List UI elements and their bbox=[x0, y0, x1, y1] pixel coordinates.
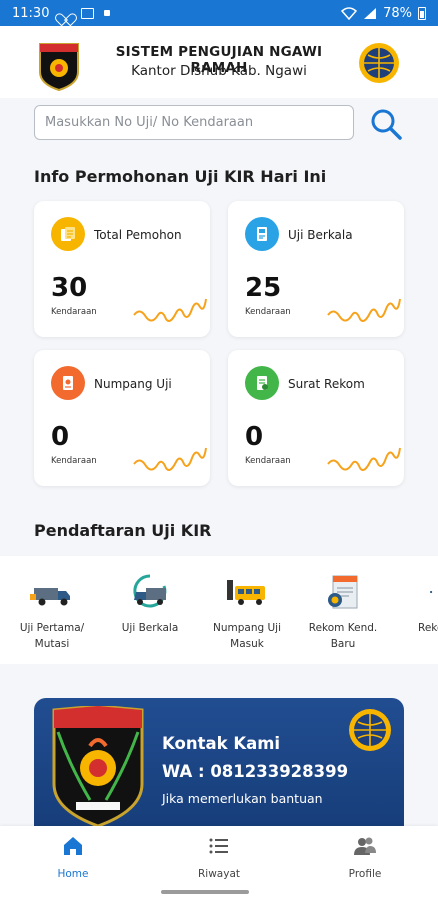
sparkline-chart bbox=[133, 298, 207, 322]
app-subtitle: Kantor Dishub Kab. Ngawi bbox=[131, 63, 307, 79]
card-value: 0 bbox=[51, 422, 70, 452]
document-check-icon bbox=[245, 366, 279, 400]
search-input[interactable] bbox=[34, 105, 354, 140]
status-time: 11:30 bbox=[12, 5, 50, 21]
dishub-logo-icon bbox=[349, 709, 391, 751]
notification-dot-icon bbox=[104, 10, 111, 16]
ngawi-emblem-icon bbox=[52, 706, 144, 826]
home-icon bbox=[64, 837, 82, 855]
battery-text: 78% bbox=[383, 5, 412, 21]
document-list-icon bbox=[51, 217, 85, 251]
menu-partial-item[interactable]: Reko bbox=[400, 574, 438, 636]
menu-label: Numpang Uji Masuk bbox=[212, 622, 281, 650]
card-unit: Kendaraan bbox=[245, 307, 291, 317]
sparkline-chart bbox=[327, 298, 401, 322]
card-unit: Kendaraan bbox=[51, 456, 97, 466]
wifi-icon bbox=[341, 6, 358, 20]
card-label: Uji Berkala bbox=[288, 228, 353, 242]
contact-whatsapp[interactable]: WA : 081233928399 bbox=[162, 762, 348, 781]
registration-section-title: Pendaftaran Uji KIR bbox=[34, 521, 212, 540]
nav-profile[interactable]: Profile bbox=[325, 834, 405, 880]
info-section-title: Info Permohonan Uji KIR Hari Ini bbox=[34, 167, 327, 186]
menu-label: Uji Pertama/ Mutasi bbox=[19, 622, 85, 650]
notification-heart-icon bbox=[59, 8, 71, 18]
menu-uji-berkala[interactable]: Uji Berkala bbox=[105, 574, 195, 636]
signal-icon bbox=[364, 7, 377, 19]
card-label: Surat Rekom bbox=[288, 377, 365, 391]
menu-uji-pertama[interactable]: Uji Pertama/ Mutasi bbox=[7, 574, 97, 652]
profile-icon bbox=[354, 837, 376, 855]
menu-numpang-uji-masuk[interactable]: Numpang Uji Masuk bbox=[202, 574, 292, 652]
menu-label: Uji Berkala bbox=[121, 622, 179, 634]
partial-icon bbox=[430, 590, 433, 594]
sparkline-chart bbox=[133, 447, 207, 471]
card-numpang-uji[interactable]: Numpang Uji 0 Kendaraan bbox=[34, 350, 210, 486]
contact-help-text: Jika memerlukan bantuan bbox=[162, 791, 323, 806]
search-icon[interactable] bbox=[368, 106, 404, 142]
card-label: Numpang Uji bbox=[94, 377, 172, 391]
registration-menu: Uji Pertama/ Mutasi Uji Berkala Numpang … bbox=[0, 556, 438, 664]
nav-label: Home bbox=[57, 868, 89, 880]
sparkline-chart bbox=[327, 447, 401, 471]
nav-home[interactable]: Home bbox=[33, 834, 113, 880]
status-bar: 11:30 78% bbox=[0, 0, 438, 26]
menu-label: Reko bbox=[418, 622, 438, 634]
truck-refresh-icon bbox=[133, 574, 167, 608]
card-unit: Kendaraan bbox=[245, 456, 291, 466]
menu-rekom-kend-baru[interactable]: Rekom Kend. Baru bbox=[298, 574, 388, 652]
notification-image-icon bbox=[81, 7, 95, 19]
battery-icon bbox=[418, 6, 426, 20]
ngawi-emblem-icon bbox=[39, 43, 79, 92]
bus-icon bbox=[227, 580, 265, 605]
nav-label: Profile bbox=[348, 868, 382, 880]
nav-label: Riwayat bbox=[198, 868, 240, 880]
truck-icon bbox=[30, 588, 70, 606]
card-uji-berkala[interactable]: Uji Berkala 25 Kendaraan bbox=[228, 201, 404, 337]
bottom-navigation: Home Riwayat Profile bbox=[0, 826, 438, 900]
contact-banner[interactable]: Kontak Kami WA : 081233928399 Jika memer… bbox=[34, 698, 404, 826]
card-total-pemohon[interactable]: Total Pemohon 30 Kendaraan bbox=[34, 201, 210, 337]
card-value: 0 bbox=[245, 422, 264, 452]
card-value: 30 bbox=[51, 273, 88, 303]
dishub-logo-icon bbox=[359, 43, 399, 83]
menu-label: Rekom Kend. Baru bbox=[308, 622, 378, 650]
list-icon bbox=[209, 838, 228, 854]
home-indicator-bar[interactable] bbox=[161, 890, 249, 894]
clipboard-icon bbox=[245, 217, 279, 251]
document-icon bbox=[51, 366, 85, 400]
card-unit: Kendaraan bbox=[51, 307, 97, 317]
nav-riwayat[interactable]: Riwayat bbox=[179, 834, 259, 880]
card-surat-rekom[interactable]: Surat Rekom 0 Kendaraan bbox=[228, 350, 404, 486]
contact-title: Kontak Kami bbox=[162, 734, 281, 753]
certificate-icon bbox=[328, 575, 358, 609]
card-value: 25 bbox=[245, 273, 282, 303]
card-label: Total Pemohon bbox=[94, 228, 182, 242]
app-header: SISTEM PENGUJIAN NGAWI RAMAH Kantor Dish… bbox=[0, 26, 438, 98]
